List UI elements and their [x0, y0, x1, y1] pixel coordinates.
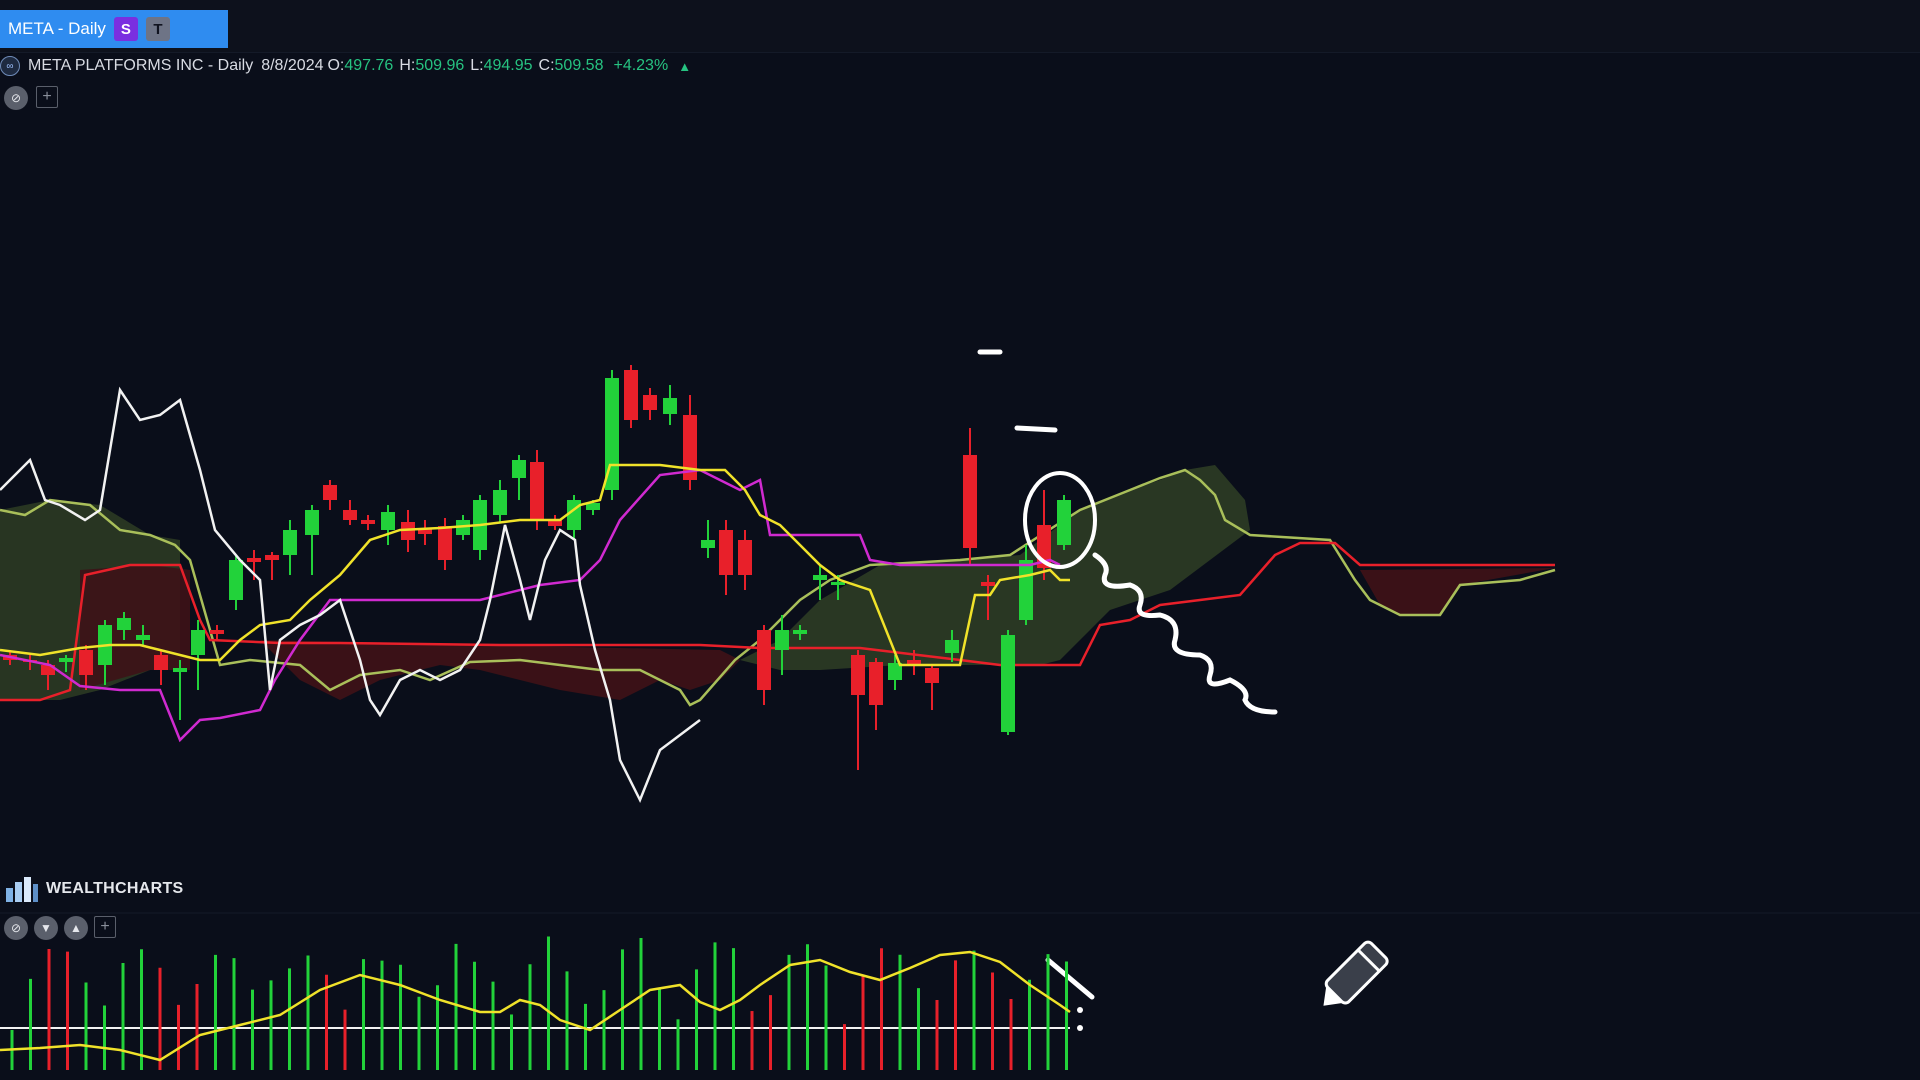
candle-body: [1019, 560, 1033, 620]
candle-body: [361, 520, 375, 524]
candle-body: [663, 398, 677, 414]
candle-body: [925, 668, 939, 683]
candle-body: [210, 630, 224, 634]
candle-body: [305, 510, 319, 535]
candle-body: [1001, 635, 1015, 732]
candle-body: [117, 618, 131, 630]
candle-body: [757, 630, 771, 690]
candle-body: [831, 582, 845, 585]
candle-body: [323, 485, 337, 500]
candle-body: [851, 655, 865, 695]
candle-body: [643, 395, 657, 410]
candle-body: [265, 555, 279, 560]
candle-body: [493, 490, 507, 515]
candle-body: [136, 635, 150, 640]
candle-body: [229, 560, 243, 600]
candle-body: [79, 650, 93, 675]
candle-body: [981, 582, 995, 586]
annotations: [977, 349, 1278, 1031]
candle-body: [512, 460, 526, 478]
candle-body: [438, 526, 452, 560]
candle-body: [191, 630, 205, 655]
candle-body: [530, 462, 544, 520]
oscillator: [0, 936, 1071, 1070]
candle-body: [624, 370, 638, 420]
candle-body: [343, 510, 357, 520]
candle-body: [283, 530, 297, 555]
cloud-bear-middle: [260, 640, 740, 700]
annotation-oscillator-arrow: [1045, 957, 1095, 1000]
candle-body: [793, 630, 807, 634]
cloud-bear-right: [1330, 540, 1555, 615]
candle-body: [775, 630, 789, 650]
candle-body: [59, 658, 73, 662]
candle-body: [813, 575, 827, 580]
candle-body: [719, 530, 733, 575]
cloud-bull-right: [740, 465, 1330, 670]
candle-body: [945, 640, 959, 653]
candle-body: [247, 558, 261, 562]
chart-canvas[interactable]: [0, 0, 1920, 1080]
candle-body: [173, 668, 187, 672]
candle-body: [869, 662, 883, 705]
candle-body: [701, 540, 715, 548]
candle-body: [963, 455, 977, 548]
pencil-icon[interactable]: [1313, 940, 1389, 1016]
candle-body: [154, 655, 168, 670]
candle-body: [381, 512, 395, 530]
candle-body: [738, 540, 752, 575]
candle-body: [1057, 500, 1071, 545]
